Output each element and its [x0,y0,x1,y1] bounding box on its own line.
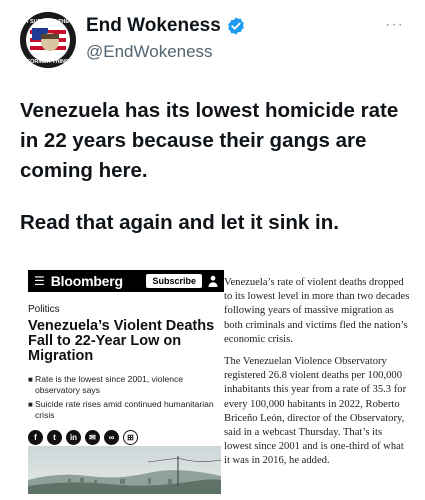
article-category: Politics [28,304,60,315]
subscribe-button: Subscribe [146,274,202,288]
email-icon: ✉ [85,430,100,445]
account-names: End Wokeness @EndWokeness [86,14,246,63]
facebook-icon: f [28,430,43,445]
link-icon: ∞ [104,430,119,445]
article-paragraph: Venezuela’s rate of violent deaths dropp… [224,277,410,345]
gift-icon: ⊞ [123,430,138,445]
article-body: Venezuela’s rate of violent deaths dropp… [224,276,410,469]
article-headline: Venezuela’s Violent Deaths Fall to 22-Ye… [28,318,215,364]
tweet-text: Venezuela has its lowest homicide rate i… [20,96,412,238]
twitter-icon: t [47,430,62,445]
avatar-text-top: I SUPPORT THE [27,19,70,25]
avatar-text-bottom: FORMER THING [27,59,69,65]
article-paragraph: The Venezuelan Violence Observatory regi… [224,356,407,467]
linkedin-icon: in [66,430,81,445]
display-name-row[interactable]: End Wokeness [86,14,246,38]
verified-badge-icon [227,17,244,35]
bullet-text: Suicide rate rises amid continued humani… [35,399,214,420]
bullet-icon: ■ [28,400,33,409]
hamburger-menu-icon: ☰ [34,274,45,288]
avatar-image: I SUPPORT THE FORMER THING [20,12,76,68]
attached-image[interactable]: ☰ Bloomberg Subscribe Politics Venezuela… [16,266,414,494]
avatar[interactable]: I SUPPORT THE FORMER THING [20,12,76,68]
city-landscape-image [28,446,221,494]
list-item: ■ Suicide rate rises amid continued huma… [28,399,224,421]
article-bullets: ■ Rate is the lowest since 2001, violenc… [28,374,224,421]
list-item: ■ Rate is the lowest since 2001, violenc… [28,374,224,396]
user-account-icon [208,275,218,287]
share-icons-row: f t in ✉ ∞ ⊞ [28,430,224,445]
bloomberg-logo: Bloomberg [50,273,123,289]
tweet-paragraph: Read that again and let it sink in. [20,211,339,234]
handle[interactable]: @EndWokeness [86,41,246,63]
bullet-text: Rate is the lowest since 2001, violence … [35,374,184,395]
tweet-paragraph: Venezuela has its lowest homicide rate i… [20,99,399,182]
tweet-header: I SUPPORT THE FORMER THING End Wokeness … [0,0,425,80]
article-left-column: Politics Venezuela’s Violent Deaths Fall… [28,298,224,445]
display-name[interactable]: End Wokeness [86,14,221,38]
article-photo [28,446,221,494]
more-options-icon[interactable]: ··· [385,17,405,33]
bullet-icon: ■ [28,375,33,384]
bloomberg-nav-bar: ☰ Bloomberg Subscribe [28,270,224,292]
